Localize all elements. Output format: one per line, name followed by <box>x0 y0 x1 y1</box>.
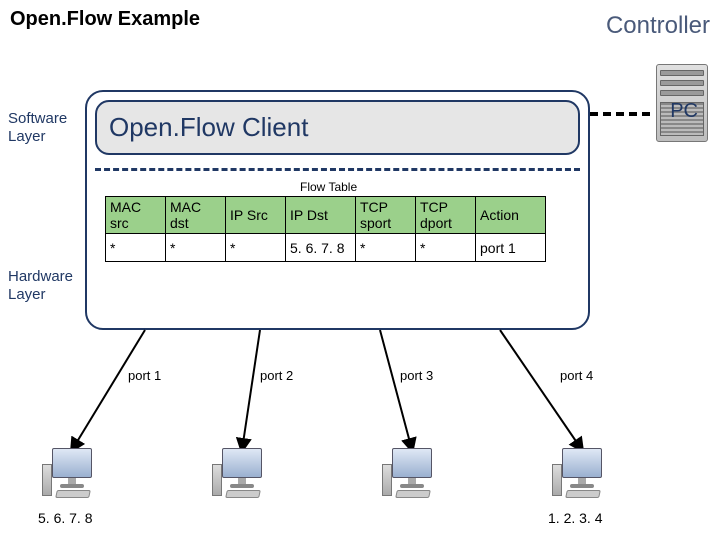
port-3-label: port 3 <box>400 368 433 383</box>
cell-tcp-sport: * <box>356 234 416 262</box>
controller-link-line <box>590 112 650 116</box>
host-1-ip: 5. 6. 7. 8 <box>38 510 92 526</box>
port-4-label: port 4 <box>560 368 593 383</box>
pc-label: PC <box>670 100 698 123</box>
layer-divider <box>95 168 580 171</box>
page-title: Open.Flow Example <box>10 8 200 31</box>
cell-mac-src: * <box>106 234 166 262</box>
cell-ip-src: * <box>226 234 286 262</box>
flow-table-row: * * * 5. 6. 7. 8 * * port 1 <box>106 234 546 262</box>
port-2-label: port 2 <box>260 368 293 383</box>
hardware-layer-label: Hardware Layer <box>8 268 73 304</box>
cell-tcp-dport: * <box>416 234 476 262</box>
host-pc-4-icon <box>552 448 612 503</box>
col-tcp-sport: TCP sport <box>356 197 416 234</box>
flow-table-title: Flow Table <box>300 180 357 194</box>
host-pc-3-icon <box>382 448 442 503</box>
software-layer-label: Software Layer <box>8 110 67 146</box>
cell-action: port 1 <box>476 234 546 262</box>
col-ip-dst: IP Dst <box>286 197 356 234</box>
col-mac-src: MAC src <box>106 197 166 234</box>
col-mac-dst: MAC dst <box>166 197 226 234</box>
col-tcp-dport: TCP dport <box>416 197 476 234</box>
cell-ip-dst: 5. 6. 7. 8 <box>286 234 356 262</box>
col-ip-src: IP Src <box>226 197 286 234</box>
openflow-client-box: Open.Flow Client <box>95 100 580 155</box>
controller-label: Controller <box>606 12 710 40</box>
flow-table-header-row: MAC src MAC dst IP Src IP Dst TCP sport … <box>106 197 546 234</box>
host-4-ip: 1. 2. 3. 4 <box>548 510 602 526</box>
port-1-label: port 1 <box>128 368 161 383</box>
col-action: Action <box>476 197 546 234</box>
flow-table: MAC src MAC dst IP Src IP Dst TCP sport … <box>105 196 546 262</box>
host-pc-2-icon <box>212 448 272 503</box>
cell-mac-dst: * <box>166 234 226 262</box>
host-pc-1-icon <box>42 448 102 503</box>
